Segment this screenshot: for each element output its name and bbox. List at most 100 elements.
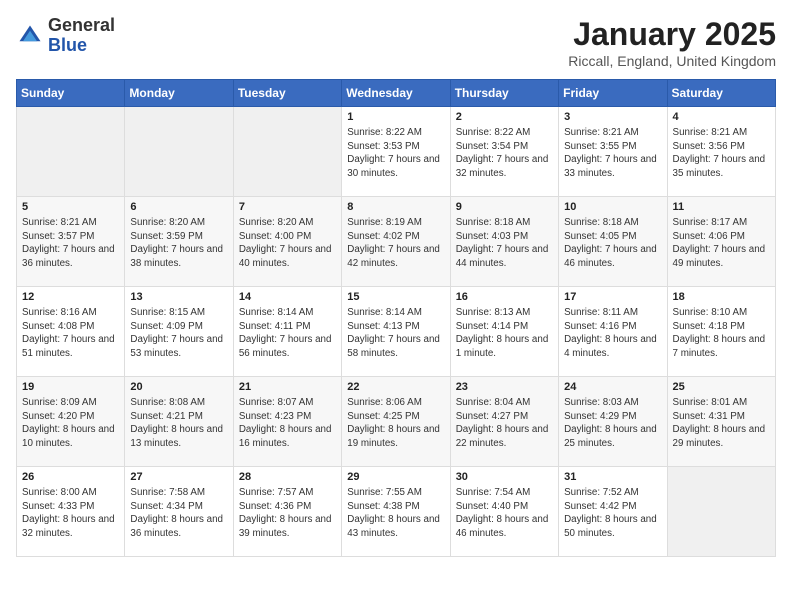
dow-header: Tuesday bbox=[233, 80, 341, 107]
day-number: 31 bbox=[564, 471, 661, 483]
day-info: Sunrise: 8:21 AMSunset: 3:55 PMDaylight:… bbox=[564, 126, 661, 181]
calendar-cell: 27 Sunrise: 7:58 AMSunset: 4:34 PMDayligh… bbox=[125, 467, 233, 557]
day-number: 23 bbox=[456, 381, 553, 393]
calendar-body: 1 Sunrise: 8:22 AMSunset: 3:53 PMDaylight… bbox=[17, 107, 776, 557]
day-number: 19 bbox=[22, 381, 119, 393]
calendar-cell: 7Sunrise: 8:20 AMSunset: 4:00 PMDaylight… bbox=[233, 197, 341, 287]
day-info: Sunrise: 7:58 AMSunset: 4:34 PMDaylight:… bbox=[130, 486, 227, 541]
day-info: Sunrise: 8:21 AMSunset: 3:56 PMDaylight:… bbox=[673, 126, 770, 181]
day-number: 1 bbox=[347, 111, 444, 123]
day-number: 12 bbox=[22, 291, 119, 303]
day-number: 11 bbox=[673, 201, 770, 213]
day-number: 28 bbox=[239, 471, 336, 483]
calendar: SundayMondayTuesdayWednesdayThursdayFrid… bbox=[16, 79, 776, 557]
day-number: 2 bbox=[456, 111, 553, 123]
day-number: 15 bbox=[347, 291, 444, 303]
dow-header: Monday bbox=[125, 80, 233, 107]
day-info: Sunrise: 8:09 AMSunset: 4:20 PMDaylight:… bbox=[22, 396, 119, 451]
day-number: 7 bbox=[239, 201, 336, 213]
month-title: January 2025 bbox=[568, 16, 776, 53]
dow-header: Sunday bbox=[17, 80, 125, 107]
day-info: Sunrise: 8:18 AMSunset: 4:03 PMDaylight:… bbox=[456, 216, 553, 271]
day-info: Sunrise: 8:01 AMSunset: 4:31 PMDaylight:… bbox=[673, 396, 770, 451]
calendar-cell: 9Sunrise: 8:18 AMSunset: 4:03 PMDaylight… bbox=[450, 197, 558, 287]
dow-header: Wednesday bbox=[342, 80, 450, 107]
day-info: Sunrise: 7:54 AMSunset: 4:40 PMDaylight:… bbox=[456, 486, 553, 541]
calendar-cell: 11 Sunrise: 8:17 AMSunset: 4:06 PMDayligh… bbox=[667, 197, 775, 287]
day-info: Sunrise: 8:22 AMSunset: 3:54 PMDaylight:… bbox=[456, 126, 553, 181]
day-info: Sunrise: 8:16 AMSunset: 4:08 PMDaylight:… bbox=[22, 306, 119, 361]
week-row: 5 Sunrise: 8:21 AMSunset: 3:57 PMDaylight… bbox=[17, 197, 776, 287]
calendar-cell: 28Sunrise: 7:57 AMSunset: 4:36 PMDayligh… bbox=[233, 467, 341, 557]
week-row: 12 Sunrise: 8:16 AMSunset: 4:08 PMDayligh… bbox=[17, 287, 776, 377]
logo: General Blue bbox=[16, 16, 115, 56]
calendar-cell: 25 Sunrise: 8:01 AMSunset: 4:31 PMDayligh… bbox=[667, 377, 775, 467]
day-info: Sunrise: 8:08 AMSunset: 4:21 PMDaylight:… bbox=[130, 396, 227, 451]
day-number: 17 bbox=[564, 291, 661, 303]
calendar-cell: 13 Sunrise: 8:15 AMSunset: 4:09 PMDayligh… bbox=[125, 287, 233, 377]
dow-header: Thursday bbox=[450, 80, 558, 107]
week-row: 1 Sunrise: 8:22 AMSunset: 3:53 PMDaylight… bbox=[17, 107, 776, 197]
day-number: 29 bbox=[347, 471, 444, 483]
calendar-cell bbox=[17, 107, 125, 197]
calendar-cell: 2 Sunrise: 8:22 AMSunset: 3:54 PMDaylight… bbox=[450, 107, 558, 197]
day-info: Sunrise: 8:04 AMSunset: 4:27 PMDaylight:… bbox=[456, 396, 553, 451]
calendar-cell: 18 Sunrise: 8:10 AMSunset: 4:18 PMDayligh… bbox=[667, 287, 775, 377]
day-number: 8 bbox=[347, 201, 444, 213]
day-number: 14 bbox=[239, 291, 336, 303]
calendar-cell: 1 Sunrise: 8:22 AMSunset: 3:53 PMDaylight… bbox=[342, 107, 450, 197]
day-info: Sunrise: 8:10 AMSunset: 4:18 PMDaylight:… bbox=[673, 306, 770, 361]
day-number: 13 bbox=[130, 291, 227, 303]
calendar-cell: 14Sunrise: 8:14 AMSunset: 4:11 PMDayligh… bbox=[233, 287, 341, 377]
day-number: 6 bbox=[130, 201, 227, 213]
day-number: 20 bbox=[130, 381, 227, 393]
logo-icon bbox=[16, 22, 44, 50]
day-info: Sunrise: 8:18 AMSunset: 4:05 PMDaylight:… bbox=[564, 216, 661, 271]
day-info: Sunrise: 8:03 AMSunset: 4:29 PMDaylight:… bbox=[564, 396, 661, 451]
calendar-cell: 20 Sunrise: 8:08 AMSunset: 4:21 PMDayligh… bbox=[125, 377, 233, 467]
day-info: Sunrise: 8:00 AMSunset: 4:33 PMDaylight:… bbox=[22, 486, 119, 541]
day-info: Sunrise: 8:19 AMSunset: 4:02 PMDaylight:… bbox=[347, 216, 444, 271]
calendar-cell: 8 Sunrise: 8:19 AMSunset: 4:02 PMDaylight… bbox=[342, 197, 450, 287]
calendar-cell: 6 Sunrise: 8:20 AMSunset: 3:59 PMDaylight… bbox=[125, 197, 233, 287]
day-info: Sunrise: 8:13 AMSunset: 4:14 PMDaylight:… bbox=[456, 306, 553, 361]
day-info: Sunrise: 8:15 AMSunset: 4:09 PMDaylight:… bbox=[130, 306, 227, 361]
day-number: 24 bbox=[564, 381, 661, 393]
dow-header: Friday bbox=[559, 80, 667, 107]
week-row: 26 Sunrise: 8:00 AMSunset: 4:33 PMDayligh… bbox=[17, 467, 776, 557]
day-info: Sunrise: 8:20 AMSunset: 3:59 PMDaylight:… bbox=[130, 216, 227, 271]
location-title: Riccall, England, United Kingdom bbox=[568, 53, 776, 69]
calendar-cell: 29 Sunrise: 7:55 AMSunset: 4:38 PMDayligh… bbox=[342, 467, 450, 557]
day-number: 3 bbox=[564, 111, 661, 123]
day-info: Sunrise: 8:22 AMSunset: 3:53 PMDaylight:… bbox=[347, 126, 444, 181]
day-number: 5 bbox=[22, 201, 119, 213]
day-number: 27 bbox=[130, 471, 227, 483]
week-row: 19 Sunrise: 8:09 AMSunset: 4:20 PMDayligh… bbox=[17, 377, 776, 467]
day-number: 21 bbox=[239, 381, 336, 393]
day-number: 18 bbox=[673, 291, 770, 303]
day-info: Sunrise: 8:11 AMSunset: 4:16 PMDaylight:… bbox=[564, 306, 661, 361]
day-info: Sunrise: 8:17 AMSunset: 4:06 PMDaylight:… bbox=[673, 216, 770, 271]
day-info: Sunrise: 8:21 AMSunset: 3:57 PMDaylight:… bbox=[22, 216, 119, 271]
calendar-cell bbox=[233, 107, 341, 197]
calendar-cell: 5 Sunrise: 8:21 AMSunset: 3:57 PMDaylight… bbox=[17, 197, 125, 287]
day-number: 30 bbox=[456, 471, 553, 483]
day-info: Sunrise: 8:07 AMSunset: 4:23 PMDaylight:… bbox=[239, 396, 336, 451]
calendar-cell bbox=[667, 467, 775, 557]
calendar-cell: 30 Sunrise: 7:54 AMSunset: 4:40 PMDayligh… bbox=[450, 467, 558, 557]
calendar-cell: 17 Sunrise: 8:11 AMSunset: 4:16 PMDayligh… bbox=[559, 287, 667, 377]
calendar-cell: 4Sunrise: 8:21 AMSunset: 3:56 PMDaylight… bbox=[667, 107, 775, 197]
day-info: Sunrise: 8:06 AMSunset: 4:25 PMDaylight:… bbox=[347, 396, 444, 451]
calendar-cell: 3 Sunrise: 8:21 AMSunset: 3:55 PMDaylight… bbox=[559, 107, 667, 197]
day-number: 10 bbox=[564, 201, 661, 213]
days-of-week-row: SundayMondayTuesdayWednesdayThursdayFrid… bbox=[17, 80, 776, 107]
day-info: Sunrise: 7:52 AMSunset: 4:42 PMDaylight:… bbox=[564, 486, 661, 541]
day-number: 26 bbox=[22, 471, 119, 483]
calendar-cell: 12 Sunrise: 8:16 AMSunset: 4:08 PMDayligh… bbox=[17, 287, 125, 377]
day-number: 25 bbox=[673, 381, 770, 393]
header: General Blue January 2025 Riccall, Engla… bbox=[16, 16, 776, 69]
logo-blue: Blue bbox=[48, 35, 87, 55]
day-info: Sunrise: 8:14 AMSunset: 4:13 PMDaylight:… bbox=[347, 306, 444, 361]
calendar-cell: 22Sunrise: 8:06 AMSunset: 4:25 PMDayligh… bbox=[342, 377, 450, 467]
day-info: Sunrise: 7:55 AMSunset: 4:38 PMDaylight:… bbox=[347, 486, 444, 541]
